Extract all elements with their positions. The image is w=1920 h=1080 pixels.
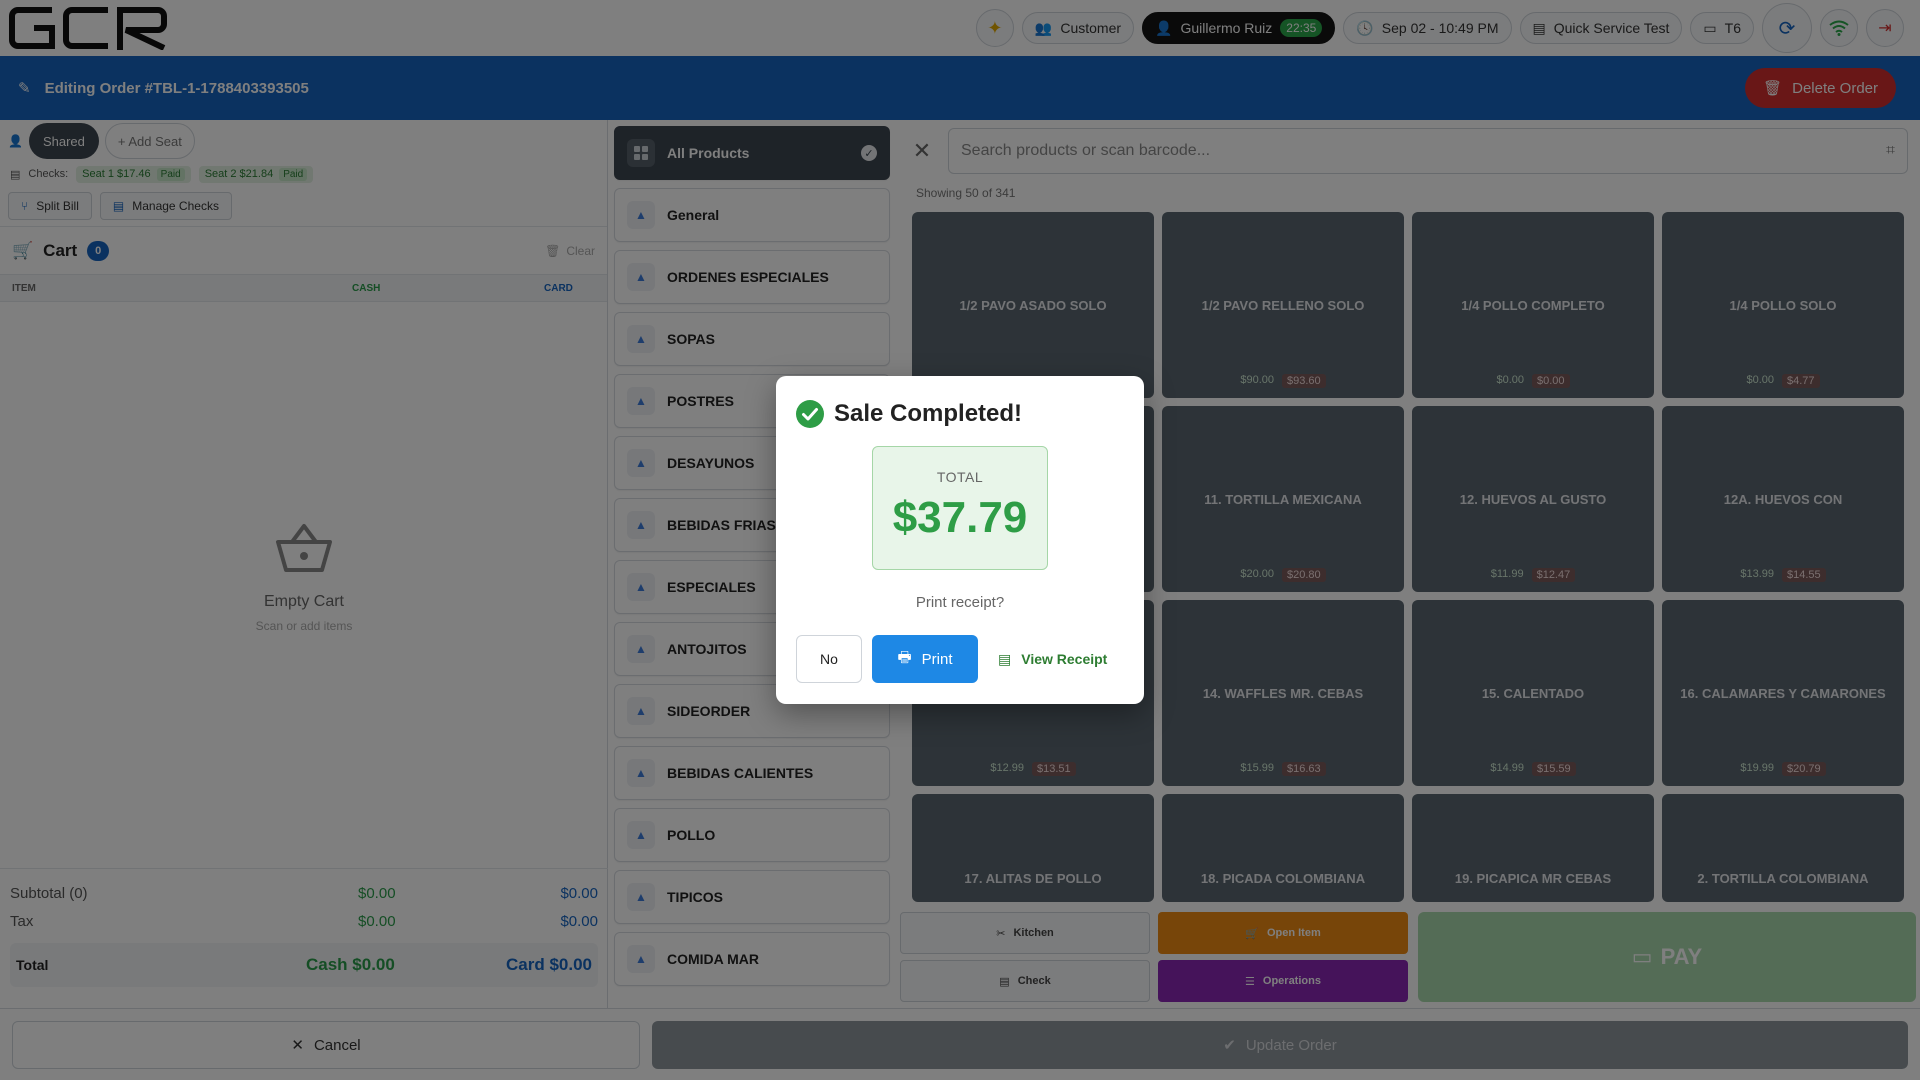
printer-icon: 🖶 bbox=[897, 648, 912, 666]
view-receipt-label: View Receipt bbox=[1021, 651, 1108, 667]
dialog-title: Sale Completed! bbox=[834, 400, 1023, 427]
sale-total-label: TOTAL bbox=[936, 469, 984, 485]
check-circle-icon bbox=[796, 400, 824, 428]
view-receipt-button[interactable]: ▤ View Receipt bbox=[988, 635, 1117, 683]
receipt-icon: ▤ bbox=[998, 650, 1012, 667]
print-label: Print bbox=[921, 650, 953, 668]
print-question: Print receipt? bbox=[915, 594, 1005, 611]
sale-total-amount: $37.79 bbox=[892, 493, 1028, 542]
no-print-button[interactable]: No bbox=[796, 635, 862, 683]
sale-completed-dialog: Sale Completed! TOTAL $37.79 Print recei… bbox=[776, 376, 1144, 704]
sale-total-card: TOTAL $37.79 bbox=[872, 446, 1048, 570]
print-button[interactable]: 🖶 Print bbox=[872, 635, 978, 683]
